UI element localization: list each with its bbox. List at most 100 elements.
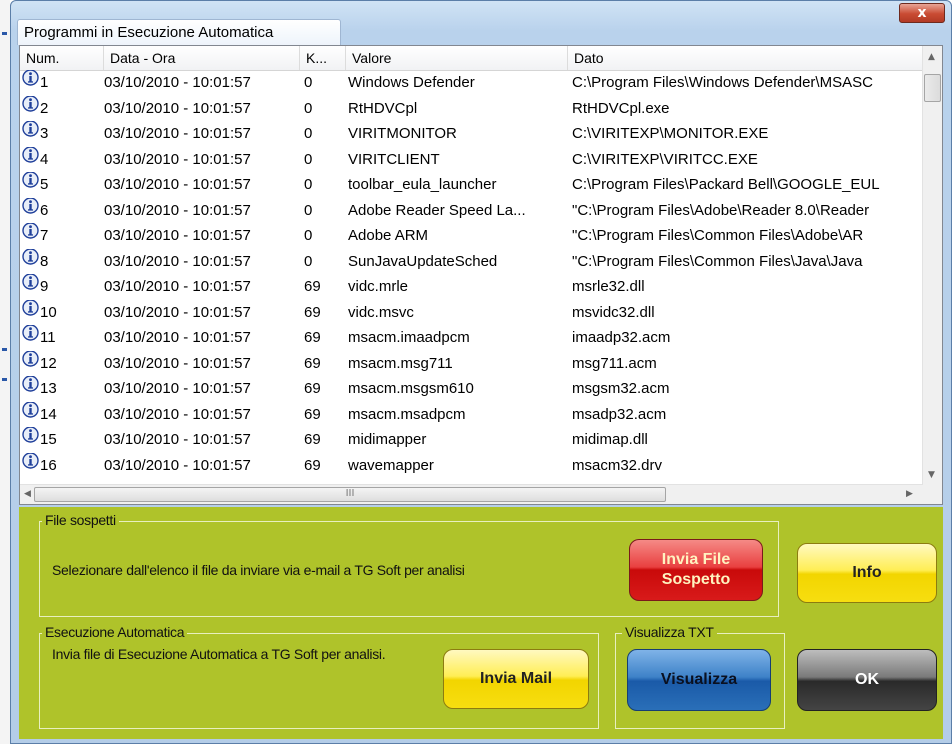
info-icon: [22, 452, 39, 477]
cell-date: 03/10/2010 - 10:01:57: [104, 354, 251, 372]
info-button-label: Info: [852, 564, 882, 581]
invia-file-sospetto-button[interactable]: Invia File Sospetto: [629, 539, 763, 601]
cell-date: 03/10/2010 - 10:01:57: [104, 405, 251, 423]
autorun-list[interactable]: Num. Data - Ora K... Valore Dato 1 03/10/…: [19, 45, 943, 505]
scroll-up-arrow-icon[interactable]: ▲: [928, 52, 935, 62]
table-row[interactable]: 6 03/10/2010 - 10:01:57 0 Adobe Reader Spee…: [20, 197, 923, 224]
vertical-scroll-thumb[interactable]: [924, 74, 941, 102]
horizontal-scrollbar[interactable]: ◀ III ▶: [20, 484, 923, 504]
dialog-window: Programmi in Esecuzione Automatica x Num…: [10, 0, 952, 744]
table-row[interactable]: 10 03/10/2010 - 10:01:57 69 vidc.msvc msvidc…: [20, 299, 923, 326]
table-row[interactable]: 9 03/10/2010 - 10:01:57 69 vidc.mrle msrle32…: [20, 274, 923, 300]
cell-k: 69: [304, 303, 321, 321]
cell-k: 0: [304, 99, 313, 117]
info-button[interactable]: Info: [797, 543, 937, 603]
cell-valore: Windows Defender: [348, 74, 475, 91]
scroll-down-arrow-icon[interactable]: ▼: [928, 470, 935, 480]
table-row[interactable]: 2 03/10/2010 - 10:01:57 0 RtHDVCpl RtHDVCpl.…: [20, 95, 923, 122]
cell-valore: msacm.msg711: [348, 354, 453, 372]
row-number: 4: [40, 150, 49, 168]
column-header-valore[interactable]: Valore: [346, 46, 568, 70]
cell-k: 0: [304, 125, 313, 142]
cell-valore: SunJavaUpdateSched: [348, 252, 498, 270]
info-icon: [22, 248, 39, 273]
cell-dato: msvidc32.dll: [572, 303, 655, 321]
cell-date: 03/10/2010 - 10:01:57: [104, 99, 251, 117]
cell-date: 03/10/2010 - 10:01:57: [104, 201, 251, 219]
row-number: 15: [40, 431, 57, 448]
invia-mail-label: Invia Mail: [479, 670, 553, 687]
row-number: 1: [40, 74, 49, 91]
close-button[interactable]: x: [899, 3, 945, 23]
info-icon: [22, 299, 39, 324]
cell-dato: msrle32.dll: [572, 278, 645, 295]
cell-date: 03/10/2010 - 10:01:57: [104, 74, 251, 91]
table-row[interactable]: 3 03/10/2010 - 10:01:57 0 VIRITMONITOR C:\VI…: [20, 121, 923, 147]
cell-valore: wavemapper: [348, 456, 434, 474]
cell-valore: midimapper: [348, 431, 427, 448]
visualizza-button[interactable]: Visualizza: [627, 649, 771, 711]
cell-k: 0: [304, 227, 313, 244]
row-number: 10: [40, 303, 57, 321]
cell-num: 16: [22, 452, 104, 479]
cell-valore: toolbar_eula_launcher: [348, 176, 497, 193]
table-row[interactable]: 11 03/10/2010 - 10:01:57 69 msacm.imaadpcm i…: [20, 325, 923, 351]
cell-valore: vidc.msvc: [348, 303, 414, 321]
cell-dato: imaadp32.acm: [572, 329, 671, 346]
cell-date: 03/10/2010 - 10:01:57: [104, 431, 251, 448]
ok-button[interactable]: OK: [797, 649, 937, 711]
cell-dato: RtHDVCpl.exe: [572, 99, 670, 117]
invia-mail-button[interactable]: Invia Mail: [443, 649, 589, 709]
cell-dato: msgsm32.acm: [572, 380, 670, 397]
table-row[interactable]: 1 03/10/2010 - 10:01:57 0 Windows Defender C…: [20, 70, 923, 96]
cell-num: 15: [22, 427, 104, 453]
info-icon: [22, 172, 39, 196]
scroll-right-arrow-icon[interactable]: ▶: [906, 489, 913, 499]
table-row[interactable]: 15 03/10/2010 - 10:01:57 69 midimapper midim…: [20, 427, 923, 453]
table-row[interactable]: 13 03/10/2010 - 10:01:57 69 msacm.msgsm610 m…: [20, 376, 923, 402]
cell-num: 3: [22, 121, 104, 147]
cell-k: 0: [304, 252, 313, 270]
cell-valore: VIRITMONITOR: [348, 125, 457, 142]
cell-dato: msacm32.drv: [572, 456, 663, 474]
column-header-date[interactable]: Data - Ora: [104, 46, 300, 70]
column-header-num[interactable]: Num.: [20, 46, 104, 70]
table-row[interactable]: 5 03/10/2010 - 10:01:57 0 toolbar_eula_laun…: [20, 172, 923, 198]
table-row[interactable]: 16 03/10/2010 - 10:01:57 69 wavemapper msacm…: [20, 452, 923, 479]
group-label-visualizza-txt: Visualizza TXT: [622, 624, 717, 640]
cell-dato: C:\Program Files\Packard Bell\GOOGLE_EUL: [572, 176, 880, 193]
ok-button-label: OK: [855, 671, 879, 688]
column-header-dato[interactable]: Dato: [568, 46, 923, 70]
cell-num: 4: [22, 146, 104, 173]
scroll-left-arrow-icon[interactable]: ◀: [24, 489, 31, 499]
row-number: 11: [40, 329, 56, 346]
row-number: 13: [40, 380, 57, 397]
horizontal-scroll-thumb[interactable]: III: [34, 487, 666, 502]
group-label-esecuzione-automatica: Esecuzione Automatica: [42, 624, 188, 640]
cell-k: 69: [304, 329, 321, 346]
table-row[interactable]: 8 03/10/2010 - 10:01:57 0 SunJavaUpdateSche…: [20, 248, 923, 275]
cell-dato: "C:\Program Files\Common Files\Java\Java: [572, 252, 863, 270]
column-header-k[interactable]: K...: [300, 46, 346, 70]
info-icon: [22, 70, 39, 94]
esecuzione-description: Invia file di Esecuzione Automatica a TG…: [52, 646, 386, 662]
background-marker: [2, 32, 7, 35]
row-number: 7: [40, 227, 49, 244]
cell-num: 1: [22, 70, 104, 96]
cell-num: 14: [22, 401, 104, 428]
cell-dato: C:\VIRITEXP\VIRITCC.EXE: [572, 150, 758, 168]
row-number: 3: [40, 125, 49, 142]
table-row[interactable]: 12 03/10/2010 - 10:01:57 69 msacm.msg711 msg…: [20, 350, 923, 377]
cell-valore: vidc.mrle: [348, 278, 409, 295]
list-header: Num. Data - Ora K... Valore Dato: [20, 46, 923, 71]
table-row[interactable]: 14 03/10/2010 - 10:01:57 69 msacm.msadpcm ms…: [20, 401, 923, 428]
vertical-scrollbar[interactable]: ▲ ▼: [922, 46, 942, 486]
row-number: 2: [40, 99, 49, 117]
title-bar: Programmi in Esecuzione Automatica x: [11, 1, 951, 45]
cell-dato: midimap.dll: [572, 431, 648, 448]
table-row[interactable]: 7 03/10/2010 - 10:01:57 0 Adobe ARM "C:\Prog…: [20, 223, 923, 249]
table-row[interactable]: 4 03/10/2010 - 10:01:57 0 VIRITCLIENT C:\VIR…: [20, 146, 923, 173]
row-number: 12: [40, 354, 57, 372]
row-number: 9: [40, 278, 49, 295]
cell-k: 69: [304, 354, 321, 372]
